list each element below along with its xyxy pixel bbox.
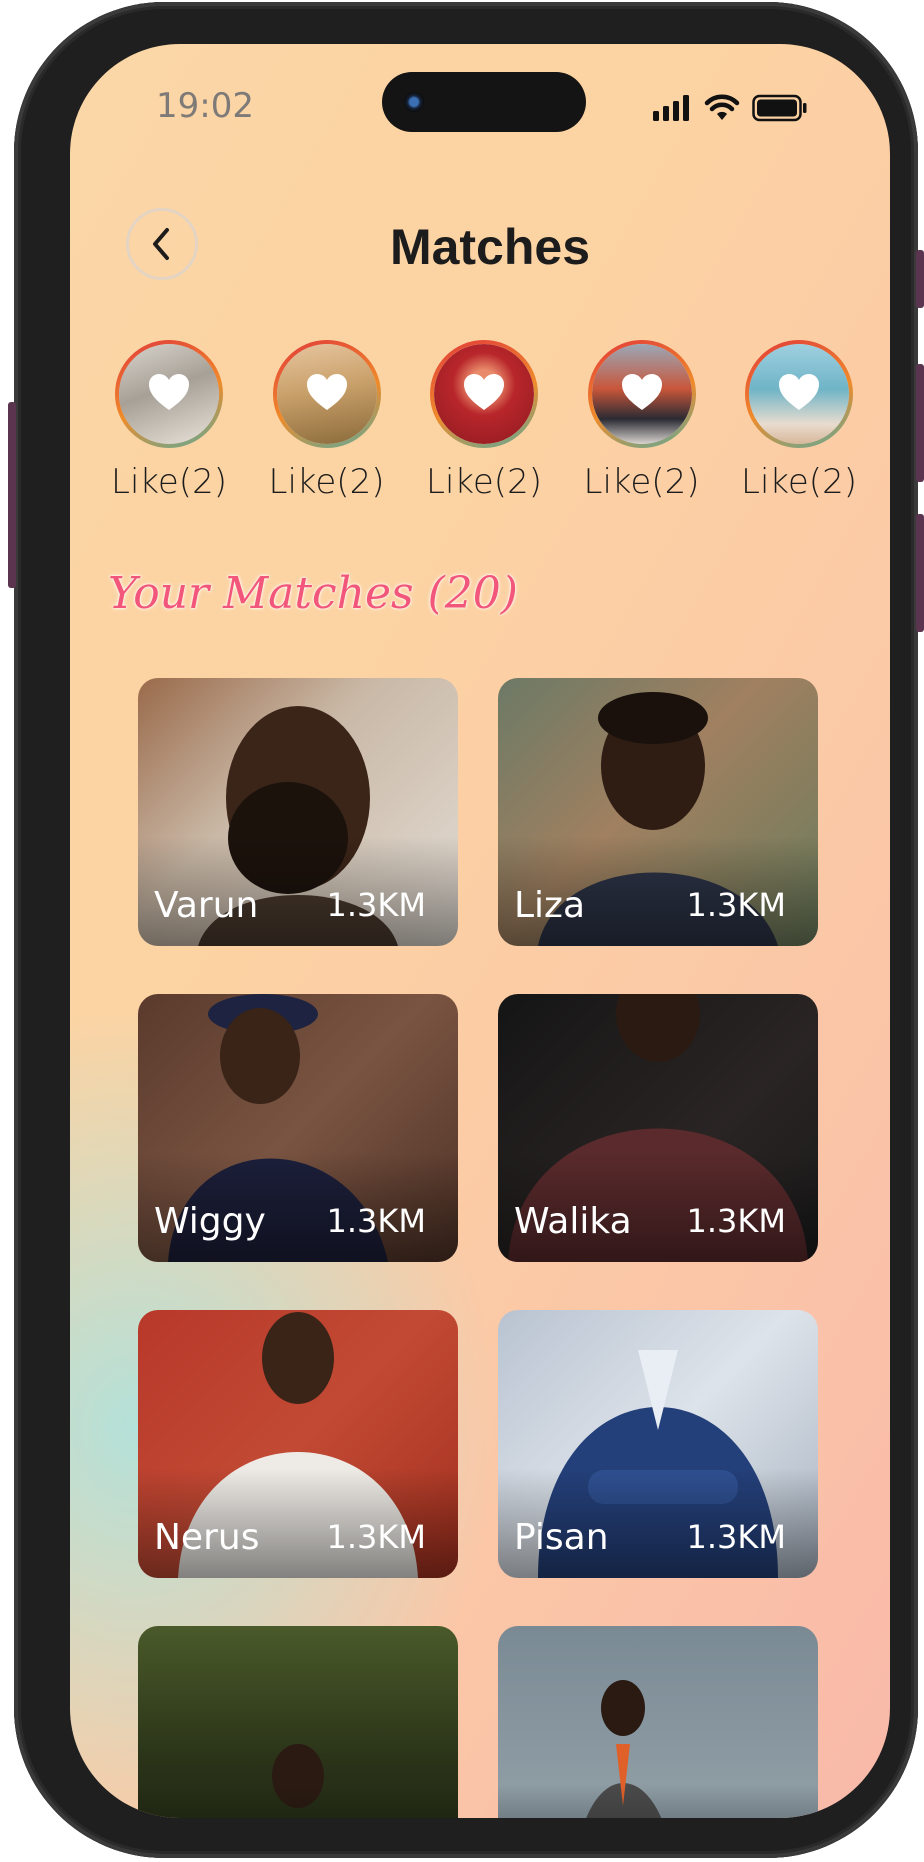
like-avatar: [588, 340, 696, 448]
heart-icon: [464, 374, 504, 410]
heart-icon: [306, 374, 347, 410]
like-label: Like(2): [426, 462, 542, 502]
status-icons: [652, 94, 808, 122]
like-avatar: [115, 340, 223, 448]
heart-icon: [621, 374, 662, 410]
like-label: Like(2): [583, 462, 700, 502]
dynamic-island: [382, 72, 586, 132]
match-distance: 1.3KM: [686, 886, 786, 924]
wifi-icon: [704, 94, 740, 120]
matches-grid: Varun 1.3KM Liza 1.3KM Wiggy 1.3KM Walik…: [138, 678, 818, 1818]
likes-strip: Like(2) Like(2) Like(2) Like(2) Like(2): [94, 340, 874, 502]
match-name: Wiggy: [154, 1201, 266, 1242]
match-name: Liza: [514, 885, 586, 926]
like-item[interactable]: Like(2): [409, 340, 559, 502]
match-card[interactable]: Wiggy 1.3KM: [138, 994, 458, 1262]
like-label: Like(2): [111, 462, 227, 502]
match-card[interactable]: [138, 1626, 458, 1818]
match-card[interactable]: Nerus 1.3KM: [138, 1310, 458, 1578]
section-title: Your Matches (20): [108, 568, 518, 619]
like-avatar: [745, 340, 853, 448]
match-distance: 1.3KM: [686, 1202, 786, 1240]
match-distance: 1.3KM: [326, 1202, 426, 1240]
match-name: Nerus: [154, 1517, 260, 1558]
like-item[interactable]: Like(2): [567, 340, 717, 502]
like-label: Like(2): [741, 462, 857, 502]
app-screen: 19:02 Matches Like(2) Like(2) Like(2) Li…: [70, 44, 890, 1818]
like-item[interactable]: Like(2): [94, 340, 244, 502]
like-item[interactable]: Like(2): [252, 340, 402, 502]
side-button-upper: [916, 364, 924, 482]
battery-icon: [752, 94, 807, 122]
card-shade: [138, 1784, 458, 1818]
status-time: 19:02: [156, 86, 254, 126]
match-card[interactable]: Liza 1.3KM: [498, 678, 818, 946]
like-avatar: [430, 340, 538, 448]
phone-frame: 19:02 Matches Like(2) Like(2) Like(2) Li…: [8, 2, 924, 1858]
like-avatar: [273, 340, 381, 448]
signal-icon: [653, 95, 689, 121]
match-card[interactable]: Pisan 1.3KM: [498, 1310, 818, 1578]
action-button: [916, 250, 924, 308]
match-distance: 1.3KM: [686, 1518, 786, 1556]
match-card[interactable]: [498, 1626, 818, 1818]
heart-icon: [779, 374, 819, 410]
like-label: Like(2): [268, 462, 385, 502]
match-card[interactable]: Varun 1.3KM: [138, 678, 458, 946]
match-name: Pisan: [514, 1517, 609, 1558]
page-title: Matches: [389, 219, 591, 275]
heart-icon: [149, 374, 189, 410]
side-button-lower: [916, 514, 924, 632]
match-name: Varun: [154, 885, 259, 926]
like-item[interactable]: Like(2): [724, 340, 874, 502]
match-card[interactable]: Walika 1.3KM: [498, 994, 818, 1262]
volume-button: [8, 402, 16, 588]
camera-icon: [404, 92, 424, 112]
match-distance: 1.3KM: [326, 1518, 426, 1556]
card-shade: [498, 1784, 818, 1818]
match-distance: 1.3KM: [326, 886, 426, 924]
match-name: Walika: [514, 1201, 632, 1242]
